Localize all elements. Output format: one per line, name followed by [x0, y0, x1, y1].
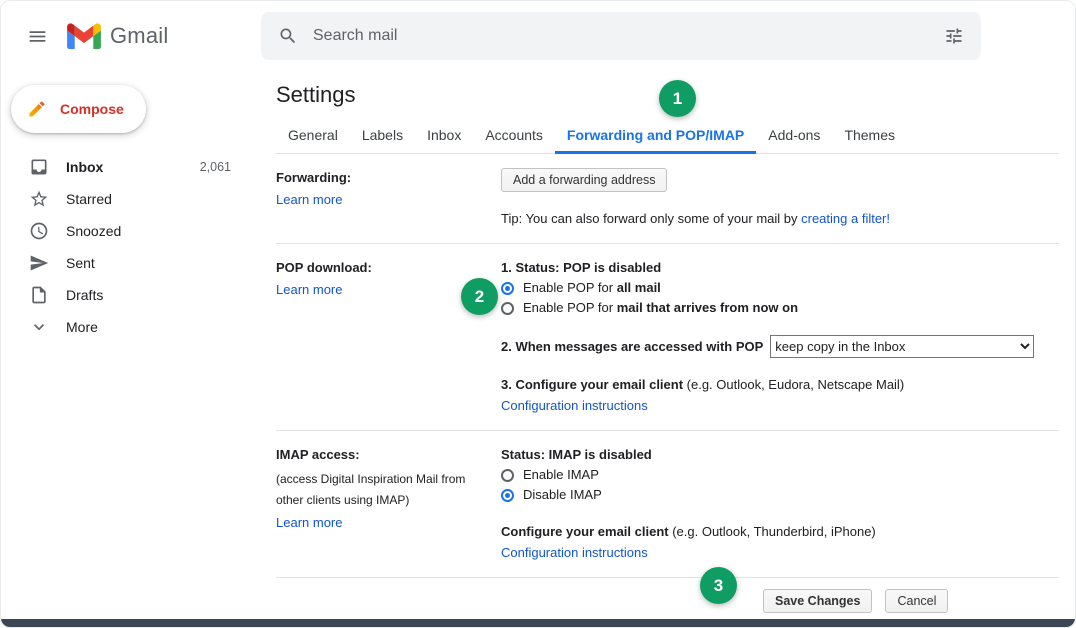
sidebar-item-label: Snoozed	[66, 223, 121, 239]
imap-section-content: Status: IMAP is disabled Enable IMAP Dis…	[501, 444, 1059, 563]
gmail-settings-window: Gmail Compose Inbox 2,061	[0, 0, 1076, 628]
radio-indicator	[501, 469, 514, 482]
imap-learn-more-link[interactable]: Learn more	[276, 513, 342, 533]
tab-accounts[interactable]: Accounts	[473, 118, 555, 154]
gmail-logo[interactable]: Gmail	[67, 23, 168, 49]
imap-section-label-column: IMAP access: (access Digital Inspiration…	[276, 444, 501, 563]
sidebar-item-label: More	[66, 319, 98, 335]
compose-label: Compose	[60, 101, 124, 117]
imap-configuration-instructions-link[interactable]: Configuration instructions	[501, 545, 648, 560]
imap-config-link-row: Configuration instructions	[501, 543, 1059, 563]
pop-learn-more-link[interactable]: Learn more	[276, 280, 342, 300]
forwarding-learn-more-link[interactable]: Learn more	[276, 190, 342, 210]
forwarding-tip: Tip: You can also forward only some of y…	[501, 209, 1059, 229]
tab-forwarding-pop-imap[interactable]: Forwarding and POP/IMAP	[555, 118, 756, 154]
sidebar: Compose Inbox 2,061 Starred Snoozed Sent…	[1, 71, 257, 619]
radio-label: Enable IMAP	[523, 465, 599, 485]
pop-when-heading: 2. When messages are accessed with POP	[501, 337, 763, 357]
tab-general[interactable]: General	[276, 118, 350, 154]
pop-status-heading: 1. Status: POP is disabled	[501, 258, 1059, 278]
clock-icon	[29, 221, 49, 241]
search-icon[interactable]	[267, 15, 309, 57]
sidebar-item-label: Sent	[66, 255, 95, 271]
forwarding-section-content: Add a forwarding address Tip: You can al…	[501, 167, 1059, 229]
star-icon	[29, 189, 49, 209]
sidebar-item-inbox[interactable]: Inbox 2,061	[1, 151, 257, 183]
enable-pop-from-now-on-radio[interactable]: Enable POP for mail that arrives from no…	[501, 298, 1059, 318]
annotation-badge-1: 1	[659, 80, 696, 117]
forwarding-label: Forwarding:	[276, 168, 501, 188]
radio-indicator	[501, 282, 514, 295]
pop-when-row: 2. When messages are accessed with POP k…	[501, 335, 1059, 358]
tab-labels[interactable]: Labels	[350, 118, 415, 154]
creating-filter-link[interactable]: creating a filter!	[801, 211, 890, 226]
settings-tabs: General Labels Inbox Accounts Forwarding…	[276, 118, 1059, 154]
pencil-icon	[27, 99, 47, 119]
enable-pop-all-mail-radio[interactable]: Enable POP for all mail	[501, 278, 1059, 298]
radio-indicator	[501, 302, 514, 315]
sidebar-item-sent[interactable]: Sent	[1, 247, 257, 279]
chevron-down-icon	[29, 317, 49, 337]
imap-status-heading: Status: IMAP is disabled	[501, 445, 1059, 465]
radio-label: Enable POP for all mail	[523, 278, 661, 298]
disable-imap-radio[interactable]: Disable IMAP	[501, 485, 1059, 505]
gmail-logo-text: Gmail	[110, 23, 168, 49]
sidebar-item-snoozed[interactable]: Snoozed	[1, 215, 257, 247]
pop-configure-text: 3. Configure your email client (e.g. Out…	[501, 375, 1059, 395]
search-bar	[261, 12, 981, 60]
save-changes-button[interactable]: Save Changes	[763, 589, 872, 613]
pop-section-content: 1. Status: POP is disabled Enable POP fo…	[501, 257, 1059, 416]
pop-configuration-instructions-link[interactable]: Configuration instructions	[501, 398, 648, 413]
forwarding-section: Forwarding: Learn more Add a forwarding …	[276, 154, 1059, 244]
radio-indicator	[501, 489, 514, 502]
tab-add-ons[interactable]: Add-ons	[756, 118, 832, 154]
radio-label: Enable POP for mail that arrives from no…	[523, 298, 798, 318]
sidebar-item-label: Inbox	[66, 159, 103, 175]
hamburger-menu-button[interactable]	[15, 14, 59, 58]
tab-themes[interactable]: Themes	[832, 118, 907, 154]
annotation-badge-3: 3	[700, 567, 737, 604]
imap-configure-text: Configure your email client (e.g. Outloo…	[501, 522, 1059, 542]
pop-action-select[interactable]: keep copy in the Inbox	[770, 335, 1034, 358]
tune-icon[interactable]	[933, 15, 975, 57]
cancel-button[interactable]: Cancel	[885, 589, 948, 613]
forwarding-section-label-column: Forwarding: Learn more	[276, 167, 501, 229]
settings-footer: Save Changes Cancel	[276, 578, 1059, 613]
inbox-icon	[29, 157, 49, 177]
pop-download-section: POP download: Learn more 1. Status: POP …	[276, 244, 1059, 431]
gmail-logo-icon	[67, 23, 101, 49]
pop-config-link-row: Configuration instructions	[501, 396, 1059, 416]
send-icon	[29, 253, 49, 273]
tab-inbox[interactable]: Inbox	[415, 118, 473, 154]
pop-download-label: POP download:	[276, 258, 501, 278]
sidebar-item-drafts[interactable]: Drafts	[1, 279, 257, 311]
radio-label: Disable IMAP	[523, 485, 602, 505]
inbox-count: 2,061	[200, 160, 231, 174]
add-forwarding-address-button[interactable]: Add a forwarding address	[501, 168, 667, 192]
enable-imap-radio[interactable]: Enable IMAP	[501, 465, 1059, 485]
sidebar-item-starred[interactable]: Starred	[1, 183, 257, 215]
sidebar-item-label: Drafts	[66, 287, 103, 303]
imap-access-section: IMAP access: (access Digital Inspiration…	[276, 431, 1059, 578]
draft-icon	[29, 285, 49, 305]
bottom-bar	[1, 619, 1075, 627]
settings-main: Settings General Labels Inbox Accounts F…	[257, 71, 1075, 619]
hamburger-menu-icon	[27, 26, 48, 47]
search-input[interactable]	[309, 27, 933, 45]
annotation-badge-2: 2	[461, 278, 498, 315]
forwarding-tip-text: Tip: You can also forward only some of y…	[501, 211, 801, 226]
imap-access-label: IMAP access:	[276, 445, 501, 465]
topbar: Gmail	[1, 1, 1075, 71]
sidebar-item-more[interactable]: More	[1, 311, 257, 343]
compose-button[interactable]: Compose	[11, 85, 146, 133]
sidebar-item-label: Starred	[66, 191, 112, 207]
imap-access-sublabel: (access Digital Inspiration Mail from ot…	[276, 469, 488, 511]
